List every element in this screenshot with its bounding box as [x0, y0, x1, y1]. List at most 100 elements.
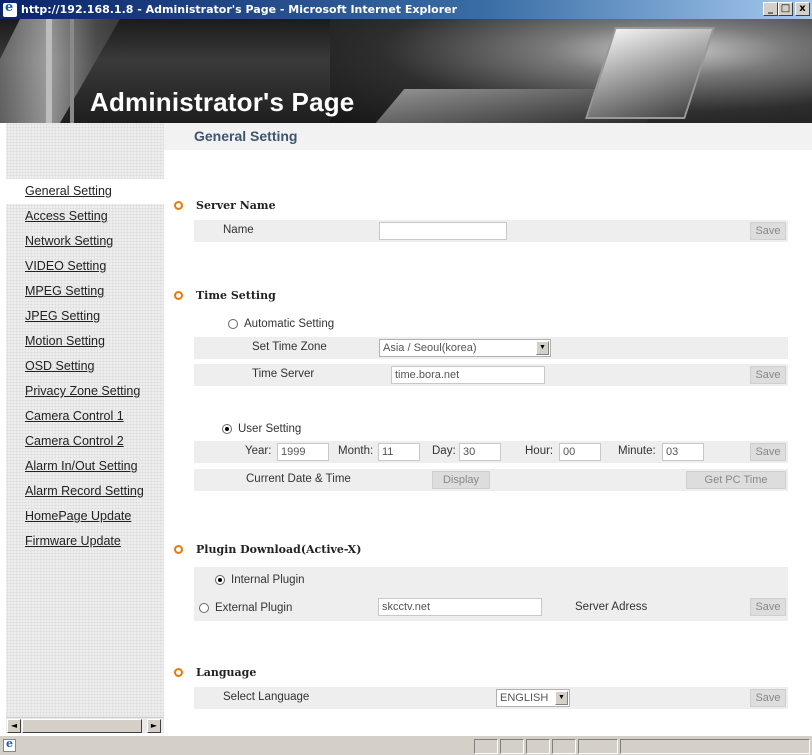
year-input[interactable]: 1999 — [277, 443, 329, 461]
sidebar-item-network-setting[interactable]: Network Setting — [6, 229, 164, 254]
hour-label: Hour: — [525, 445, 554, 457]
language-value: ENGLISH — [500, 692, 549, 704]
bullet-icon — [174, 545, 183, 554]
language-select[interactable]: ENGLISH ▼ — [496, 689, 570, 707]
internal-plugin-label: Internal Plugin — [231, 574, 305, 586]
status-pane — [552, 739, 576, 754]
close-button[interactable]: x — [795, 2, 810, 16]
minute-input[interactable]: 03 — [662, 443, 704, 461]
sidebar-item-alarm-in-out-setting[interactable]: Alarm In/Out Setting — [6, 454, 164, 479]
status-pane — [578, 739, 618, 754]
select-language-label: Select Language — [223, 691, 310, 703]
plugin-download-heading: Plugin Download(Active-X) — [174, 543, 361, 556]
user-setting-option[interactable]: User Setting — [222, 423, 301, 435]
external-plugin-radio[interactable] — [199, 603, 209, 613]
time-server-row: Time Server time.bora.net Save — [194, 364, 788, 386]
sidebar-item-jpeg-setting[interactable]: JPEG Setting — [6, 304, 164, 329]
sidebar-item-alarm-record-setting[interactable]: Alarm Record Setting — [6, 479, 164, 504]
window-title-bar: http://192.168.1.8 - Administrator's Pag… — [0, 0, 812, 19]
sidebar-item-camera-control-2[interactable]: Camera Control 2 — [6, 429, 164, 454]
time-zone-row: Set Time Zone Asia / Seoul(korea) ▼ — [194, 337, 788, 359]
main-content: General Setting Server Name Name Save Ti… — [164, 123, 812, 717]
section-title: Language — [196, 666, 257, 679]
sidebar-item-mpeg-setting[interactable]: MPEG Setting — [6, 279, 164, 304]
maximize-button[interactable]: □ — [778, 2, 793, 16]
page-header-title: Administrator's Page — [90, 87, 355, 117]
minimize-button[interactable]: _ — [763, 2, 778, 16]
month-label: Month: — [338, 445, 374, 457]
sidebar-item-homepage-update[interactable]: HomePage Update — [6, 504, 164, 529]
display-button[interactable]: Display — [432, 471, 490, 489]
user-time-save-button[interactable]: Save — [750, 443, 786, 461]
scroll-right-icon[interactable]: ► — [147, 719, 161, 733]
time-zone-label: Set Time Zone — [252, 341, 327, 353]
hour-input[interactable]: 00 — [559, 443, 601, 461]
sidebar-item-camera-control-1[interactable]: Camera Control 1 — [6, 404, 164, 429]
external-plugin-row: External Plugin skcctv.net Server Adress… — [194, 595, 788, 621]
sidebar-item-access-setting[interactable]: Access Setting — [6, 204, 164, 229]
name-label: Name — [223, 224, 254, 236]
server-name-save-button[interactable]: Save — [750, 222, 786, 240]
month-input[interactable]: 11 — [378, 443, 420, 461]
scroll-left-icon[interactable]: ◄ — [7, 719, 21, 733]
language-heading: Language — [174, 666, 256, 679]
status-pane — [500, 739, 524, 754]
day-label: Day: — [432, 445, 456, 457]
sidebar-item-privacy-zone-setting[interactable]: Privacy Zone Setting — [6, 379, 164, 404]
bullet-icon — [174, 668, 183, 677]
sidebar-item-video-setting[interactable]: VIDEO Setting — [6, 254, 164, 279]
dropdown-arrow-icon[interactable]: ▼ — [555, 691, 568, 705]
sidebar-item-osd-setting[interactable]: OSD Setting — [6, 354, 164, 379]
bullet-icon — [174, 201, 183, 210]
automatic-setting-label: Automatic Setting — [244, 318, 335, 330]
language-save-button[interactable]: Save — [750, 689, 786, 707]
sidebar-item-motion-setting[interactable]: Motion Setting — [6, 329, 164, 354]
time-setting-heading: Time Setting — [174, 289, 276, 302]
get-pc-time-button[interactable]: Get PC Time — [686, 471, 786, 489]
section-title: Server Name — [196, 199, 276, 212]
sidebar-item-firmware-update[interactable]: Firmware Update — [6, 529, 164, 554]
automatic-setting-radio[interactable] — [228, 319, 238, 329]
language-row: Select Language ENGLISH ▼ Save — [194, 687, 788, 709]
scroll-thumb[interactable] — [22, 719, 142, 733]
time-server-save-button[interactable]: Save — [750, 366, 786, 384]
internal-plugin-option[interactable]: Internal Plugin — [215, 574, 305, 586]
external-plugin-option[interactable]: External Plugin — [199, 602, 292, 614]
time-server-input[interactable]: time.bora.net — [391, 366, 545, 384]
plugin-save-button[interactable]: Save — [750, 598, 786, 616]
server-name-input[interactable] — [379, 222, 507, 240]
section-title: Time Setting — [196, 289, 276, 302]
status-bar — [0, 735, 812, 755]
page-status-icon — [3, 737, 16, 752]
window-controls: _ □ x — [763, 2, 810, 16]
status-zone-pane — [620, 739, 810, 754]
automatic-setting-option[interactable]: Automatic Setting — [228, 318, 334, 330]
minute-label: Minute: — [618, 445, 656, 457]
server-address-label: Server Adress — [575, 601, 648, 613]
user-setting-label: User Setting — [238, 423, 302, 435]
header-banner: Administrator's Page — [0, 19, 812, 123]
server-name-row: Name Save — [194, 220, 788, 242]
banner-bar — [46, 19, 52, 123]
status-pane — [474, 739, 498, 754]
window-title: http://192.168.1.8 - Administrator's Pag… — [21, 3, 458, 16]
year-label: Year: — [245, 445, 272, 457]
dropdown-arrow-icon[interactable]: ▼ — [536, 341, 549, 355]
server-name-heading: Server Name — [174, 199, 276, 212]
time-zone-select[interactable]: Asia / Seoul(korea) ▼ — [379, 339, 551, 357]
sidebar: General Setting Access Setting Network S… — [6, 123, 165, 717]
banner-bar — [70, 19, 74, 123]
plugin-server-input[interactable]: skcctv.net — [378, 598, 542, 616]
sidebar-item-general-setting[interactable]: General Setting — [6, 179, 165, 204]
current-date-time-label: Current Date & Time — [246, 473, 351, 485]
day-input[interactable]: 30 — [459, 443, 501, 461]
internal-plugin-row: Internal Plugin — [194, 567, 788, 595]
user-setting-radio[interactable] — [222, 424, 232, 434]
time-zone-value: Asia / Seoul(korea) — [383, 342, 477, 354]
horizontal-scrollbar[interactable]: ◄ ► — [6, 717, 164, 733]
time-server-label: Time Server — [252, 368, 315, 380]
current-time-row: Current Date & Time Display Get PC Time — [194, 469, 788, 491]
ie-icon — [3, 0, 17, 17]
internal-plugin-radio[interactable] — [215, 575, 225, 585]
bullet-icon — [174, 291, 183, 300]
